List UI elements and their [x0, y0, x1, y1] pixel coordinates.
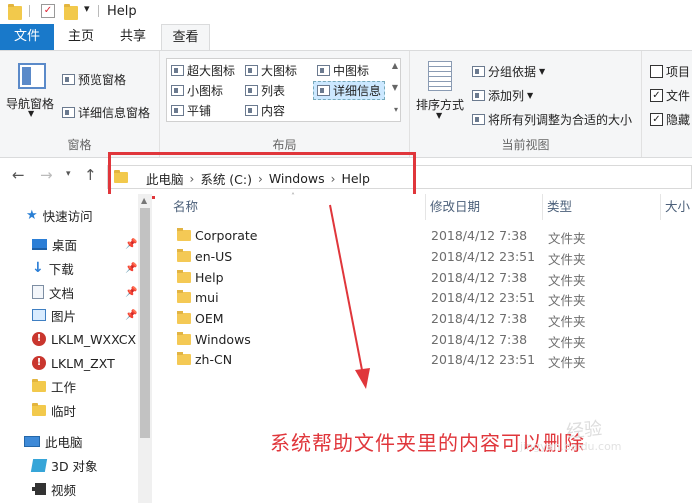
watermark-url: jingyan.baidu.com: [520, 440, 622, 453]
arrow-head: [355, 368, 370, 389]
arrow-shaft: [329, 204, 363, 371]
file-explorer-window: ✓ ▾ Help 文件 主页 共享 查看 导航窗格 ▼ 预览窗格 详细信息窗格: [0, 0, 692, 503]
